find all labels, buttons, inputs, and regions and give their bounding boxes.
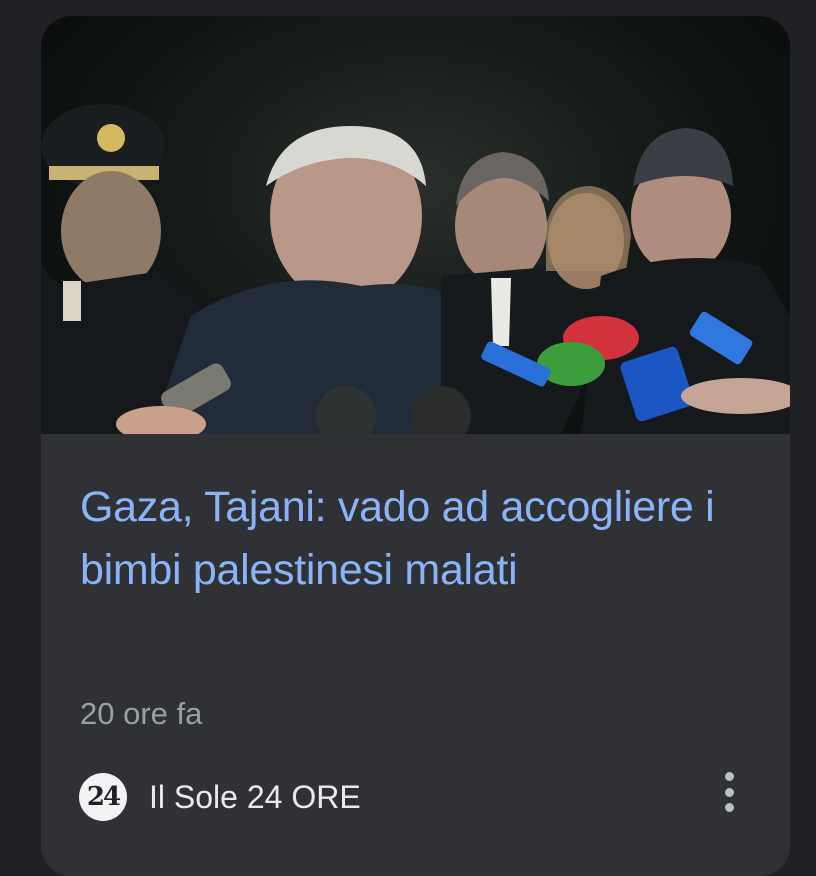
article-headline[interactable]: Gaza, Tajani: vado ad accogliere i bimbi… — [80, 476, 740, 602]
article-photo[interactable] — [41, 16, 790, 434]
more-vert-icon-dot — [724, 787, 734, 797]
more-vert-icon-dot — [724, 803, 734, 812]
photo-illustration — [41, 104, 790, 434]
source-name: Il Sole 24 ORE — [149, 778, 361, 815]
more-options-button[interactable] — [713, 768, 745, 816]
news-card[interactable]: Gaza, Tajani: vado ad accogliere i bimbi… — [41, 16, 790, 876]
source-logo-icon: 24 — [79, 773, 127, 821]
article-time: 20 ore fa — [80, 696, 203, 731]
more-vert-icon — [724, 772, 734, 781]
source-row[interactable]: 24 Il Sole 24 ORE — [79, 772, 361, 822]
